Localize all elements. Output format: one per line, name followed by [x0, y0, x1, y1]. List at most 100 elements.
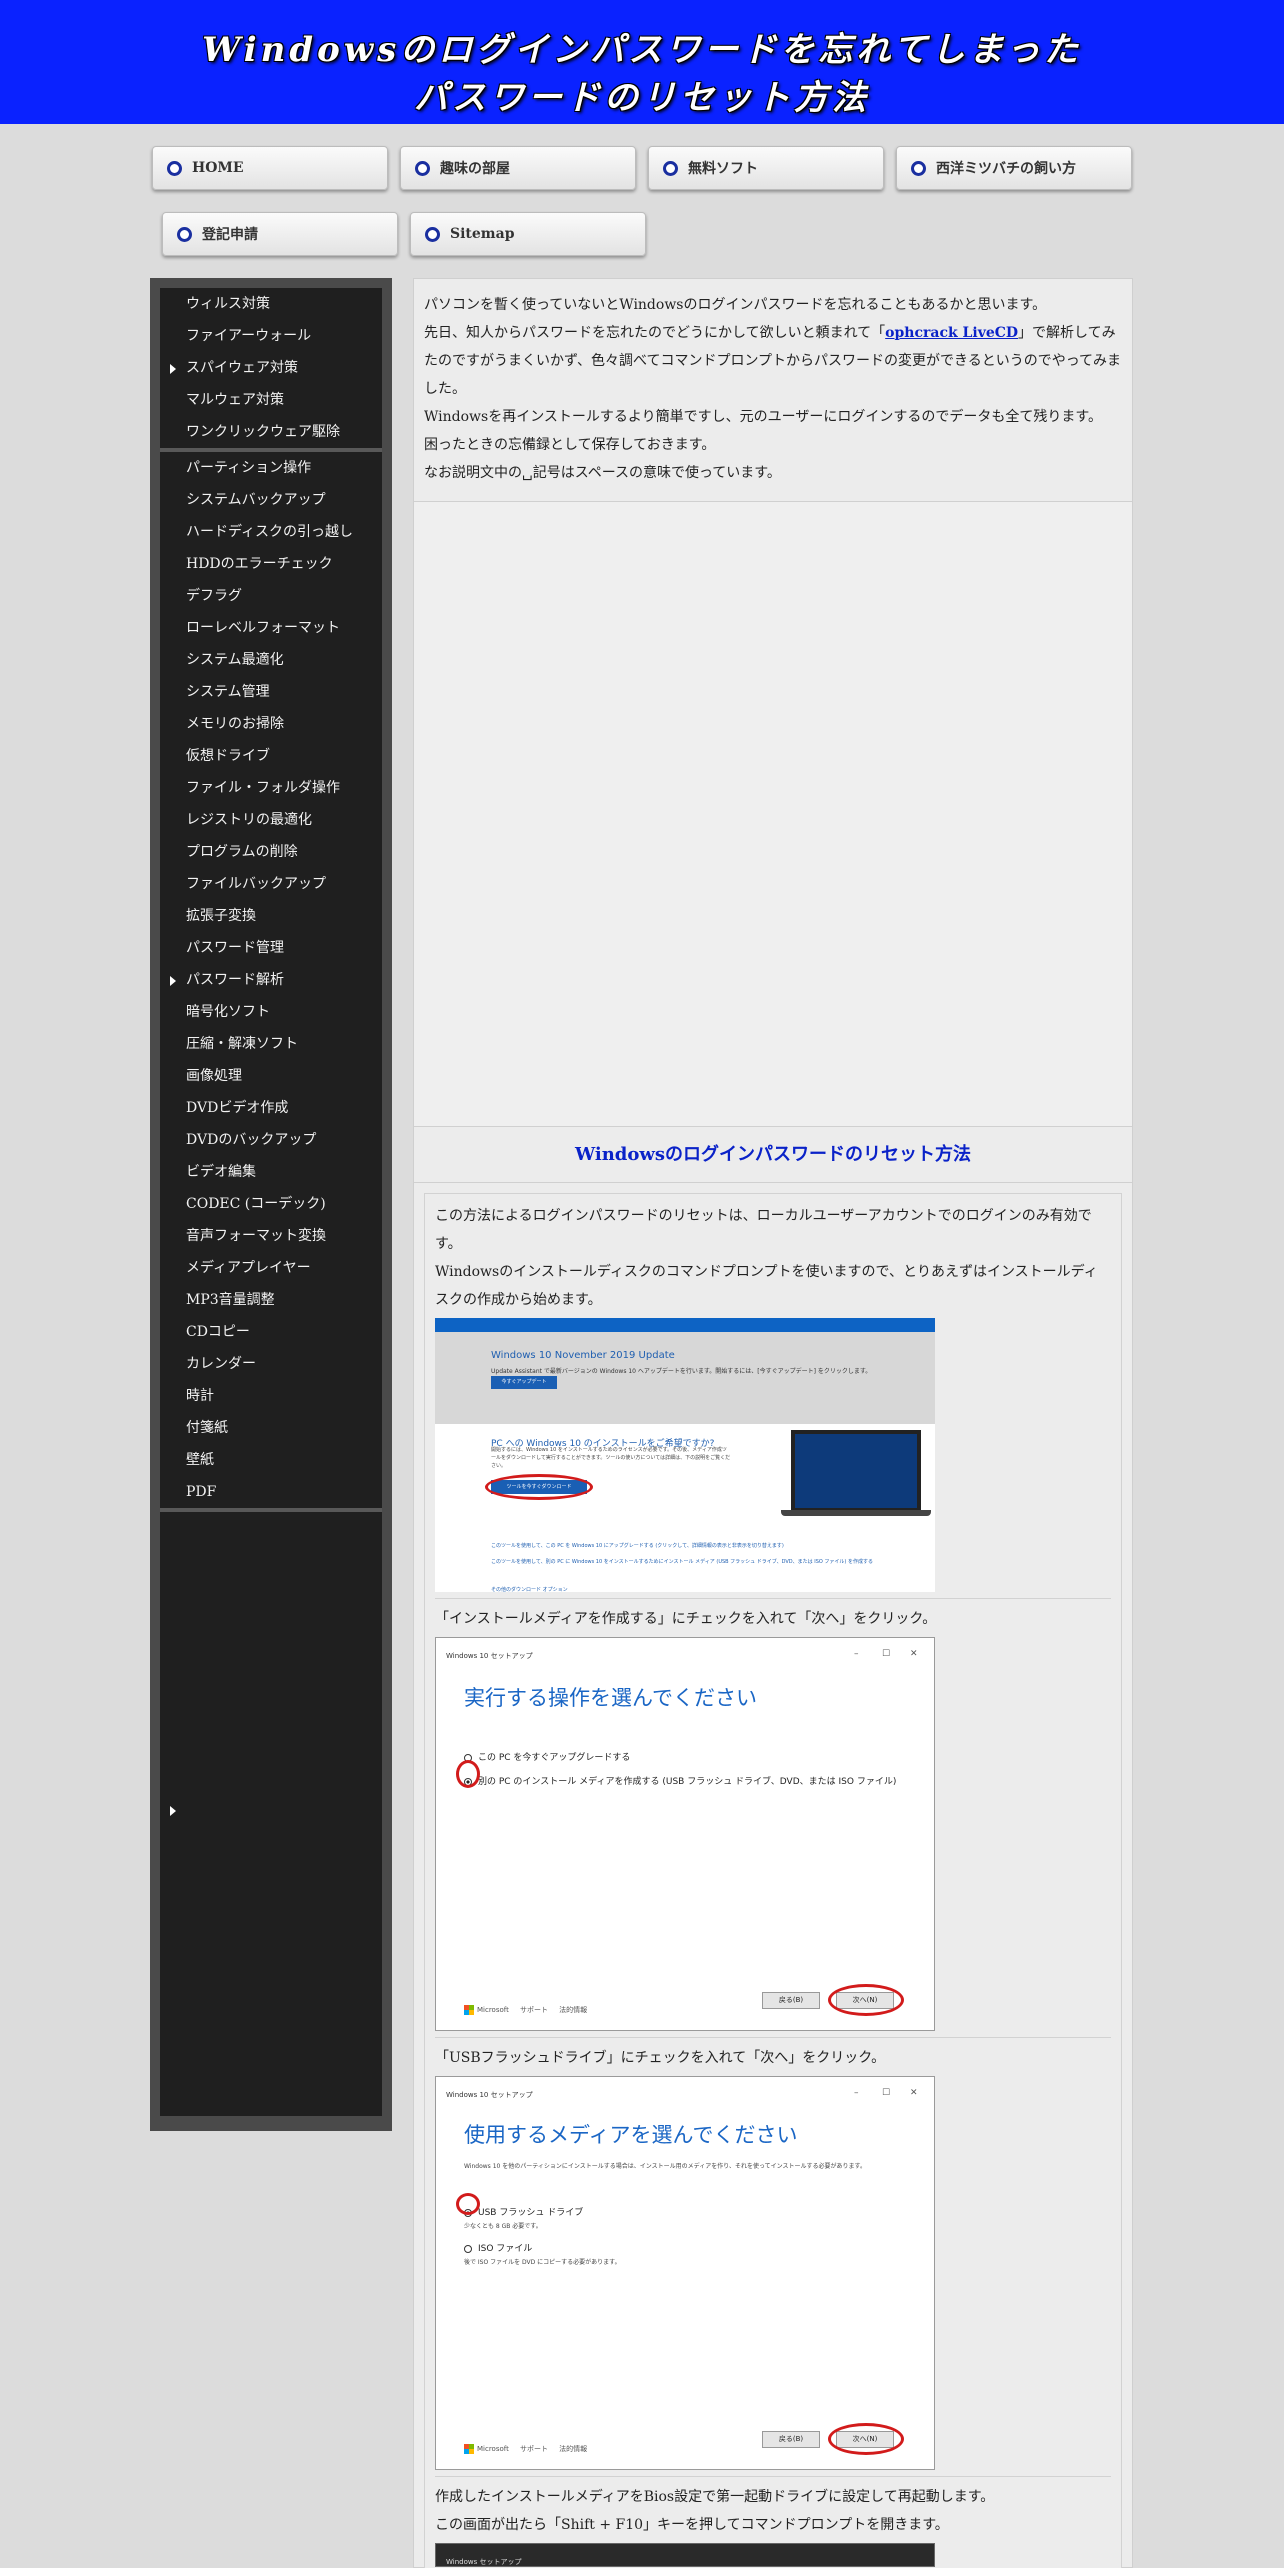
sidebar-item[interactable]: システム最適化 [160, 644, 382, 676]
nav-ring-icon [415, 160, 430, 176]
nav-bees[interactable]: 西洋ミツバチの飼い方 [896, 146, 1132, 190]
maximize-icon: ☐ [882, 1649, 891, 1659]
nav-registration[interactable]: 登記申請 [162, 212, 398, 256]
nav-label: 西洋ミツバチの飼い方 [936, 161, 1076, 177]
nav-ring-icon [425, 226, 440, 242]
sidebar-item[interactable]: 暗号化ソフト [160, 996, 382, 1028]
step-text: 作成したインストールメディアをBios設定で第一起動ドライブに設定して再起動しま… [435, 2489, 995, 2505]
maximize-icon: ☐ [882, 2088, 891, 2098]
sidebar-item[interactable]: レジストリの最適化 [160, 804, 382, 836]
nav-label: HOME [192, 160, 244, 176]
step-4: 作成したインストールメディアをBios設定で第一起動ドライブに設定して再起動しま… [435, 2476, 1111, 2567]
sidebar-item[interactable]: パーティション操作 [160, 452, 382, 484]
expand-arrow-icon [170, 976, 176, 986]
sidebar-item[interactable]: 音声フォーマット変換 [160, 1220, 382, 1252]
sidebar-item[interactable]: メディアプレイヤー [160, 1252, 382, 1284]
laptop-base [781, 1510, 931, 1516]
sidebar-item[interactable]: 仮想ドライブ [160, 740, 382, 772]
intro-paragraph: 先日、知人からパスワードを忘れたのでどうにかして欲しいと頼まれて「ophcrac… [424, 325, 1122, 397]
ophcrack-link[interactable]: ophcrack LiveCD [885, 325, 1018, 341]
highlight-circle [485, 1474, 593, 1500]
window-title: Windows セットアップ [446, 2558, 522, 2566]
sidebar-group-security: ウィルス対策 ファイアーウォール スパイウェア対策 マルウェア対策 ワンクリック… [160, 288, 382, 452]
sidebar-item[interactable]: ファイアーウォール [160, 320, 382, 352]
sidebar-item[interactable]: 画像処理 [160, 1060, 382, 1092]
sidebar-item[interactable]: デフラグ [160, 580, 382, 612]
minimize-icon: – [854, 1649, 859, 1659]
close-icon: ✕ [910, 2088, 918, 2098]
sidebar-item[interactable]: 時計 [160, 1380, 382, 1412]
sidebar-item[interactable]: パスワード管理 [160, 932, 382, 964]
sidebar-item[interactable]: MP3音量調整 [160, 1284, 382, 1316]
window-title: Windows 10 セットアップ [446, 2091, 533, 2099]
sidebar-item[interactable]: ハードディスクの引っ越し [160, 516, 382, 548]
section-title: Windowsのログインパスワードのリセット方法 [414, 1127, 1132, 1183]
expand-arrow-icon [170, 364, 176, 374]
dialog-description: Windows 10 を他のパーティションにインストールする場合は、インストール… [464, 2163, 866, 2170]
site-header: Windowsのログインパスワードを忘れてしまった パスワードのリセット方法 [0, 0, 1284, 124]
shot-option: その他のダウンロード オプション [491, 1587, 568, 1592]
sidebar-item[interactable]: DVDビデオ作成 [160, 1092, 382, 1124]
sidebar-item[interactable]: ファイルバックアップ [160, 868, 382, 900]
sidebar-item[interactable]: ビデオ編集 [160, 1156, 382, 1188]
nav-ring-icon [177, 226, 192, 242]
sidebar-item[interactable]: ファイル・フォルダ操作 [160, 772, 382, 804]
main-content: パソコンを暫く使っていないとWindowsのログインパスワードを忘れることもある… [413, 278, 1133, 2568]
highlight-circle [828, 1984, 904, 2016]
sidebar-item[interactable]: ローレベルフォーマット [160, 612, 382, 644]
back-button: 戻る(B) [762, 1992, 820, 2009]
sidebar-item[interactable]: ウィルス対策 [160, 288, 382, 320]
window-title: Windows 10 セットアップ [446, 1652, 533, 1660]
nav-hobby[interactable]: 趣味の部屋 [400, 146, 636, 190]
sidebar-item[interactable]: ワンクリックウェア駆除 [160, 416, 382, 448]
screenshot-download-page: Windows 10 November 2019 Update Update A… [435, 1318, 935, 1592]
step-text: Windowsのインストールディスクのコマンドプロンプトを使いますので、とりあえ… [435, 1264, 1098, 1308]
step-2: 「インストールメディアを作成する」にチェックを入れて「次へ」をクリック。 Win… [435, 1598, 1111, 2031]
sidebar-item[interactable]: プログラムの削除 [160, 836, 382, 868]
step-text: 「インストールメディアを作成する」にチェックを入れて「次へ」をクリック。 [435, 1611, 937, 1627]
nav-label: 登記申請 [202, 227, 258, 243]
update-now-button: 今すぐアップデート [491, 1376, 557, 1389]
screenshot-windows-setup: Windows セットアップ [435, 2543, 935, 2567]
sidebar-item[interactable]: カレンダー [160, 1348, 382, 1380]
sidebar-item[interactable]: CDコピー [160, 1316, 382, 1348]
nav-ring-icon [167, 160, 182, 176]
nav-free-software[interactable]: 無料ソフト [648, 146, 884, 190]
shot-footer: Microsoft サポート 法的情報 [464, 2435, 587, 2463]
nav-home[interactable]: HOME [152, 146, 388, 190]
sidebar-item[interactable]: CODEC (コーデック) [160, 1188, 382, 1220]
nav-ring-icon [911, 160, 926, 176]
sidebar-item[interactable]: パスワード解析 [160, 964, 382, 996]
nav-sitemap[interactable]: Sitemap [410, 212, 646, 256]
nav-ring-icon [663, 160, 678, 176]
sidebar-item[interactable]: システムバックアップ [160, 484, 382, 516]
steps-card: この方法によるログインパスワードのリセットは、ローカルユーザーアカウントでのログ… [424, 1193, 1122, 2568]
nav-label: 趣味の部屋 [440, 161, 510, 177]
highlight-circle [828, 2423, 904, 2455]
intro-paragraph: 困ったときの忘備録として保存しておきます。 [424, 437, 716, 453]
option-create-media: 別の PC のインストール メディアを作成する (USB フラッシュ ドライブ、… [464, 1768, 896, 1796]
sidebar-item[interactable]: 付箋紙 [160, 1412, 382, 1444]
screenshot-choose-action: Windows 10 セットアップ – ☐ ✕ 実行する操作を選んでください こ… [435, 1637, 935, 2031]
sidebar-item[interactable]: システム管理 [160, 676, 382, 708]
sidebar-item[interactable]: 壁紙 [160, 1444, 382, 1476]
screenshot-choose-media: Windows 10 セットアップ – ☐ ✕ 使用するメディアを選んでください… [435, 2076, 935, 2470]
highlight-circle [456, 1760, 480, 1788]
step-text: この方法によるログインパスワードのリセットは、ローカルユーザーアカウントでのログ… [435, 1208, 1092, 1252]
sidebar-item[interactable]: DVDのバックアップ [160, 1124, 382, 1156]
step-text: この画面が出たら「Shift + F10」キーを押してコマンドプロンプトを開きま… [435, 2517, 949, 2533]
expand-arrow-icon[interactable] [170, 1806, 176, 1816]
laptop-image [791, 1430, 921, 1512]
nav-label: Sitemap [450, 226, 515, 242]
sidebar-item[interactable]: マルウェア対策 [160, 384, 382, 416]
site-title-line2: パスワードのリセット方法 [414, 78, 870, 118]
sidebar-item[interactable]: メモリのお掃除 [160, 708, 382, 740]
nav-label: 無料ソフト [688, 161, 758, 177]
sidebar-item[interactable]: HDDのエラーチェック [160, 548, 382, 580]
sidebar-item[interactable]: スパイウェア対策 [160, 352, 382, 384]
sidebar-item[interactable]: 拡張子変換 [160, 900, 382, 932]
sidebar-item[interactable]: 圧縮・解凍ソフト [160, 1028, 382, 1060]
back-button: 戻る(B) [762, 2431, 820, 2448]
sidebar-item[interactable]: PDF [160, 1476, 382, 1508]
dialog-heading: 使用するメディアを選んでください [464, 2123, 798, 2147]
